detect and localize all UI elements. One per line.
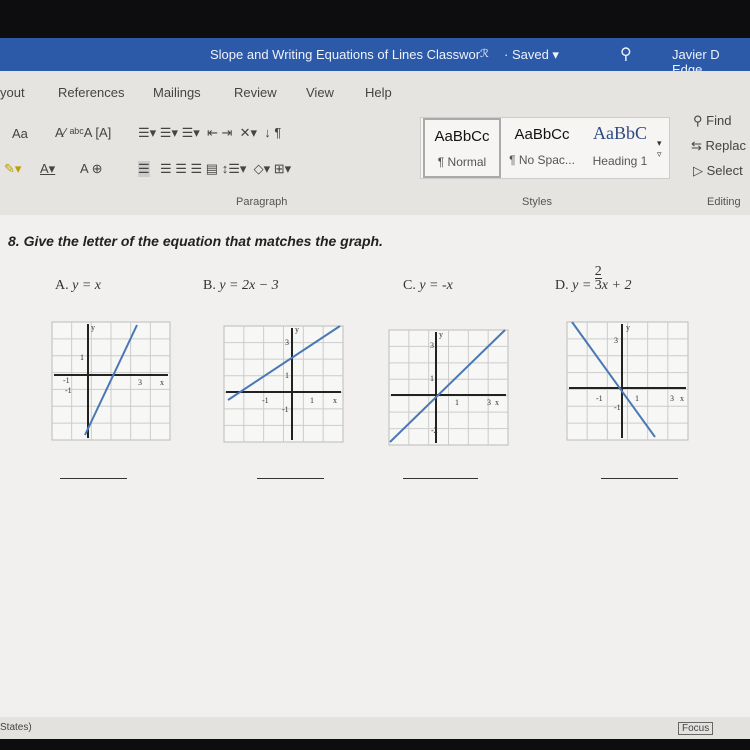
find-label: Find — [706, 113, 732, 128]
group-paragraph: Paragraph — [236, 196, 288, 208]
align-icons[interactable]: ☰ ☰ ☰ ▤ ↕☰▾ ◇▾ ⊞▾ — [160, 161, 291, 177]
shading-icon[interactable]: A ⊕ — [80, 161, 102, 177]
ribbon: yout References Mailings Review View Hel… — [0, 71, 750, 215]
style-no-spacing[interactable]: AaBbCc ¶ No Spac... — [503, 118, 581, 178]
axis-label: x — [495, 398, 499, 407]
style-preview: AaBbCc — [514, 126, 570, 143]
title-bar: Slope and Writing Equations of Lines Cla… — [0, 38, 750, 77]
autosave-icon: ℛ — [480, 48, 489, 60]
axis-label: y — [91, 323, 95, 332]
saved-status[interactable]: · Saved ▾ — [504, 47, 559, 63]
tab-layout[interactable]: yout — [0, 85, 25, 100]
answer-blank-b[interactable] — [257, 478, 324, 479]
axis-label: -1 — [63, 376, 70, 385]
axis-label: -1 — [614, 403, 621, 412]
bullets-icon[interactable]: ☰▾ ☰▾ ☰▾ ⇤ ⇥ ✕▾ ↓ ¶ — [138, 125, 281, 141]
find-button[interactable]: ⚲ Find — [693, 113, 731, 129]
change-case-button[interactable]: Aa — [12, 126, 28, 141]
style-name: ¶ No Spac... — [509, 153, 575, 167]
style-name: ¶ Normal — [437, 155, 487, 169]
axis-label: -1 — [282, 405, 289, 414]
answer-blank-c[interactable] — [403, 478, 478, 479]
axis-label: 3 — [670, 394, 674, 403]
highlight-icon[interactable]: ✎▾ — [4, 161, 21, 177]
document-page[interactable]: 8. Give the letter of the equation that … — [0, 215, 750, 717]
graphs-layer: 1-1-13 xy31-1-11 xy311 3 x-2y3-1-11 3 xy — [51, 321, 689, 446]
axis-label: 1 — [80, 353, 84, 362]
style-preview: AaBbC — [593, 123, 647, 143]
axis-label: 3 — [487, 398, 491, 407]
focus-button[interactable]: Focus — [678, 722, 714, 735]
style-heading-1[interactable]: AaBbC Heading 1 — [581, 118, 659, 178]
tab-references[interactable]: References — [58, 85, 124, 100]
document-title: Slope and Writing Equations of Lines Cla… — [210, 47, 481, 62]
language-status[interactable]: States) — [0, 722, 32, 733]
axis-label: 3 — [430, 341, 434, 350]
axis-label: -2 — [431, 426, 438, 435]
style-name: Heading 1 — [592, 154, 648, 168]
select-label: Select — [706, 163, 743, 178]
answer-blank-a[interactable] — [60, 478, 127, 479]
clear-formatting-icon[interactable]: A⁄ ᵃᵇᶜA [A] — [55, 125, 111, 140]
replace-button[interactable]: ⇆ Replac — [691, 138, 746, 154]
axis-label: x — [680, 394, 684, 403]
axis-label: -1 — [596, 394, 603, 403]
status-bar: States) Focus — [0, 717, 750, 739]
font-color-icon[interactable]: A▾ — [40, 161, 55, 177]
axis-label: x — [333, 396, 337, 405]
axis-label: y — [295, 325, 299, 334]
axis-label: 1 — [430, 374, 434, 383]
axis-label: 3 — [614, 336, 618, 345]
tab-view[interactable]: View — [306, 85, 334, 100]
replace-label: Replac — [705, 138, 746, 153]
styles-gallery: AaBbCc ¶ Normal AaBbCc ¶ No Spac... AaBbC H… — [420, 117, 670, 179]
tab-help[interactable]: Help — [365, 85, 392, 100]
axis-label: -1 — [262, 396, 269, 405]
style-preview: AaBbCc — [434, 128, 490, 145]
axis-label: x — [160, 378, 164, 387]
axis-label: y — [439, 330, 443, 339]
axis-label: 1 — [285, 371, 289, 380]
axis-label: 3 — [285, 338, 289, 347]
align-left-icon[interactable]: ☰ — [138, 161, 150, 177]
answer-blank-d[interactable] — [601, 478, 678, 479]
axis-label: y — [626, 323, 630, 332]
group-editing: Editing — [707, 196, 741, 208]
select-button[interactable]: ▷ Select — [693, 163, 743, 179]
tab-review[interactable]: Review — [234, 85, 277, 100]
tab-mailings[interactable]: Mailings — [153, 85, 201, 100]
axis-label: 1 — [635, 394, 639, 403]
styles-scroll-icon[interactable]: ▾ ▿ — [657, 138, 662, 160]
axis-label: 1 — [310, 396, 314, 405]
axis-label: 1 — [455, 398, 459, 407]
style-normal[interactable]: AaBbCc ¶ Normal — [423, 118, 501, 178]
axis-label: 3 — [138, 378, 142, 387]
search-icon[interactable]: ⚲ — [620, 44, 632, 64]
axis-label: -1 — [65, 386, 72, 395]
group-styles: Styles — [522, 196, 552, 208]
